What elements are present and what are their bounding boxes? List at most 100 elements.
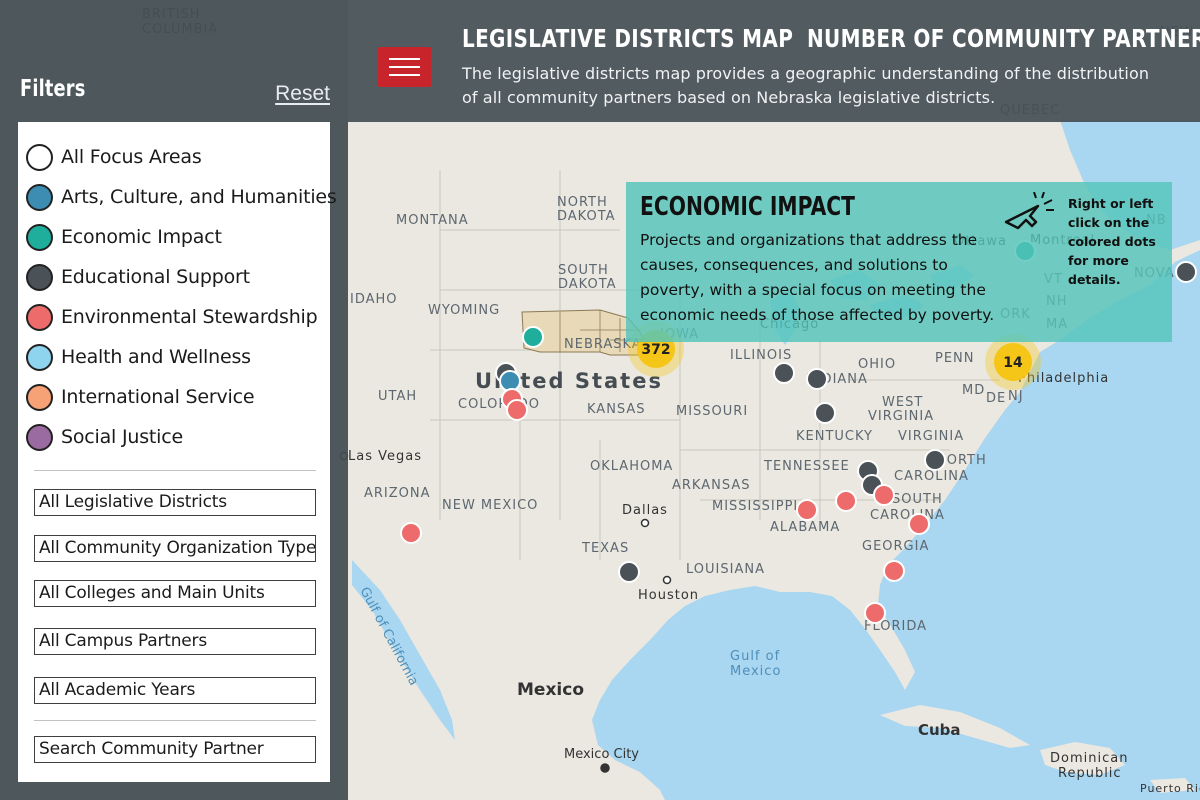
partner-dot[interactable] <box>908 513 930 535</box>
hamburger-icon <box>389 58 420 60</box>
focus-area-international[interactable]: International Service <box>26 381 255 413</box>
partner-dot[interactable] <box>924 449 946 471</box>
focus-color-dot <box>26 423 53 451</box>
focus-area-label: Health and Wellness <box>61 346 251 368</box>
campus-partner-select[interactable]: All Campus Partners <box>34 628 316 655</box>
header-bar: LEGISLATIVE DISTRICTS MAP NUMBER OF COMM… <box>348 0 1200 122</box>
academic-year-select[interactable]: All Academic Years <box>34 677 316 704</box>
map-label: KENTUCKY <box>796 429 873 444</box>
partner-dot[interactable] <box>883 560 905 582</box>
partner-dot[interactable] <box>400 522 422 544</box>
focus-area-label: Environmental Stewardship <box>61 306 318 328</box>
map-label: UTAH <box>378 389 417 404</box>
partner-dot[interactable] <box>814 402 836 424</box>
map-label: DE <box>986 391 1006 406</box>
map-label: Mexico City <box>564 747 639 762</box>
cluster-count: 372 <box>641 342 670 358</box>
partner-dot[interactable] <box>618 561 640 583</box>
info-hint: Right or left click on the colored dots … <box>1068 196 1156 287</box>
focus-color-dot <box>26 263 53 291</box>
map-label: OKLAHOMA <box>590 459 673 474</box>
organization-type-select[interactable]: All Community Organization Types <box>34 535 316 562</box>
map-label: NJ <box>1008 389 1024 404</box>
partner-dot[interactable] <box>864 602 886 624</box>
map-label: PENN <box>935 351 975 366</box>
map-label: ALABAMA <box>770 520 840 535</box>
map-label: DAKOTA <box>557 209 616 224</box>
partner-dot[interactable] <box>499 370 521 392</box>
map-label: GEORGIA <box>862 539 929 554</box>
reset-button[interactable]: Reset <box>275 82 330 106</box>
map-label: Mexico <box>730 664 781 679</box>
focus-area-health[interactable]: Health and Wellness <box>26 341 251 373</box>
filters-sidebar: Filters Reset All Focus Areas Arts, Cult… <box>0 0 348 800</box>
map-label: OHIO <box>858 357 896 372</box>
focus-area-label: Economic Impact <box>61 226 222 248</box>
map-label: DAKOTA <box>558 277 617 292</box>
map-label: Puerto Rico <box>1140 782 1200 795</box>
map-label: TENNESSEE <box>763 459 850 474</box>
focus-color-dot <box>26 343 53 371</box>
page-description: The legislative districts map provides a… <box>462 64 1150 107</box>
map-label: MD <box>962 383 985 398</box>
map-label: ARIZONA <box>364 486 431 501</box>
map-label: VIRGINIA <box>898 429 964 444</box>
focus-area-economic[interactable]: Economic Impact <box>26 221 222 253</box>
map-label: MISSISSIPPI <box>712 499 798 514</box>
partner-dot[interactable] <box>796 499 818 521</box>
focus-area-label: Educational Support <box>61 266 250 288</box>
partner-dot[interactable] <box>522 326 544 348</box>
partner-dot[interactable] <box>773 362 795 384</box>
map-label: KANSAS <box>587 402 646 417</box>
partner-dot[interactable] <box>873 484 895 506</box>
page-title: LEGISLATIVE DISTRICTS MAP <box>462 24 794 53</box>
focus-area-social-justice[interactable]: Social Justice <box>26 421 183 453</box>
map-label: ARKANSAS <box>672 478 750 493</box>
search-community-partner-input[interactable]: Search Community Partner <box>34 736 316 763</box>
focus-color-dot <box>26 223 53 251</box>
partner-dot[interactable] <box>806 368 828 390</box>
map-label: IDAHO <box>350 292 398 307</box>
map-label: Gulf of <box>730 649 780 664</box>
map-label: Dallas <box>622 503 668 518</box>
partner-dot[interactable] <box>835 490 857 512</box>
focus-area-environmental[interactable]: Environmental Stewardship <box>26 301 318 333</box>
legislative-district-select[interactable]: All Legislative Districts <box>34 489 316 516</box>
info-title: ECONOMIC IMPACT <box>640 192 855 222</box>
focus-color-dot <box>26 383 53 411</box>
focus-color-dot <box>26 143 53 171</box>
hamburger-icon <box>389 74 420 76</box>
focus-area-arts[interactable]: Arts, Culture, and Humanities <box>26 181 337 213</box>
menu-button[interactable] <box>378 47 431 87</box>
map-label: TEXAS <box>581 541 629 556</box>
focus-area-label: All Focus Areas <box>61 146 202 168</box>
divider <box>34 470 316 471</box>
focus-area-label: Arts, Culture, and Humanities <box>61 186 337 208</box>
partner-dot[interactable] <box>1175 261 1197 283</box>
map-label: MONTANA <box>396 213 469 228</box>
focus-area-educational[interactable]: Educational Support <box>26 261 250 293</box>
map-label: WEST <box>882 395 923 410</box>
map-label: CAROLINA <box>894 469 969 484</box>
map-label: SOUTH <box>892 492 943 507</box>
map-label: Mexico <box>517 680 584 700</box>
focus-area-info-box: ECONOMIC IMPACT Projects and organizatio… <box>626 182 1172 342</box>
map-label: CAROLINA <box>870 508 945 523</box>
college-select[interactable]: All Colleges and Main Units <box>34 580 316 607</box>
cluster-14[interactable]: 14 <box>985 334 1041 390</box>
map-label: NEW MEXICO <box>442 498 538 513</box>
focus-area-label: International Service <box>61 386 255 408</box>
focus-area-all[interactable]: All Focus Areas <box>26 141 202 173</box>
focus-color-dot <box>26 183 53 211</box>
map-label: WYOMING <box>428 303 500 318</box>
map-label: NORTH <box>557 195 608 210</box>
partner-dot[interactable] <box>506 399 528 421</box>
map-label: SOUTH <box>558 263 609 278</box>
cluster-count: 14 <box>1003 355 1023 371</box>
focus-area-label: Social Justice <box>61 426 183 448</box>
map-label: Houston <box>638 588 699 603</box>
hamburger-icon <box>389 66 420 68</box>
community-partners-link[interactable]: NUMBER OF COMMUNITY PARTNERS <box>807 24 1200 53</box>
map-label: Republic <box>1058 766 1122 781</box>
map-label: Cuba <box>918 721 961 739</box>
